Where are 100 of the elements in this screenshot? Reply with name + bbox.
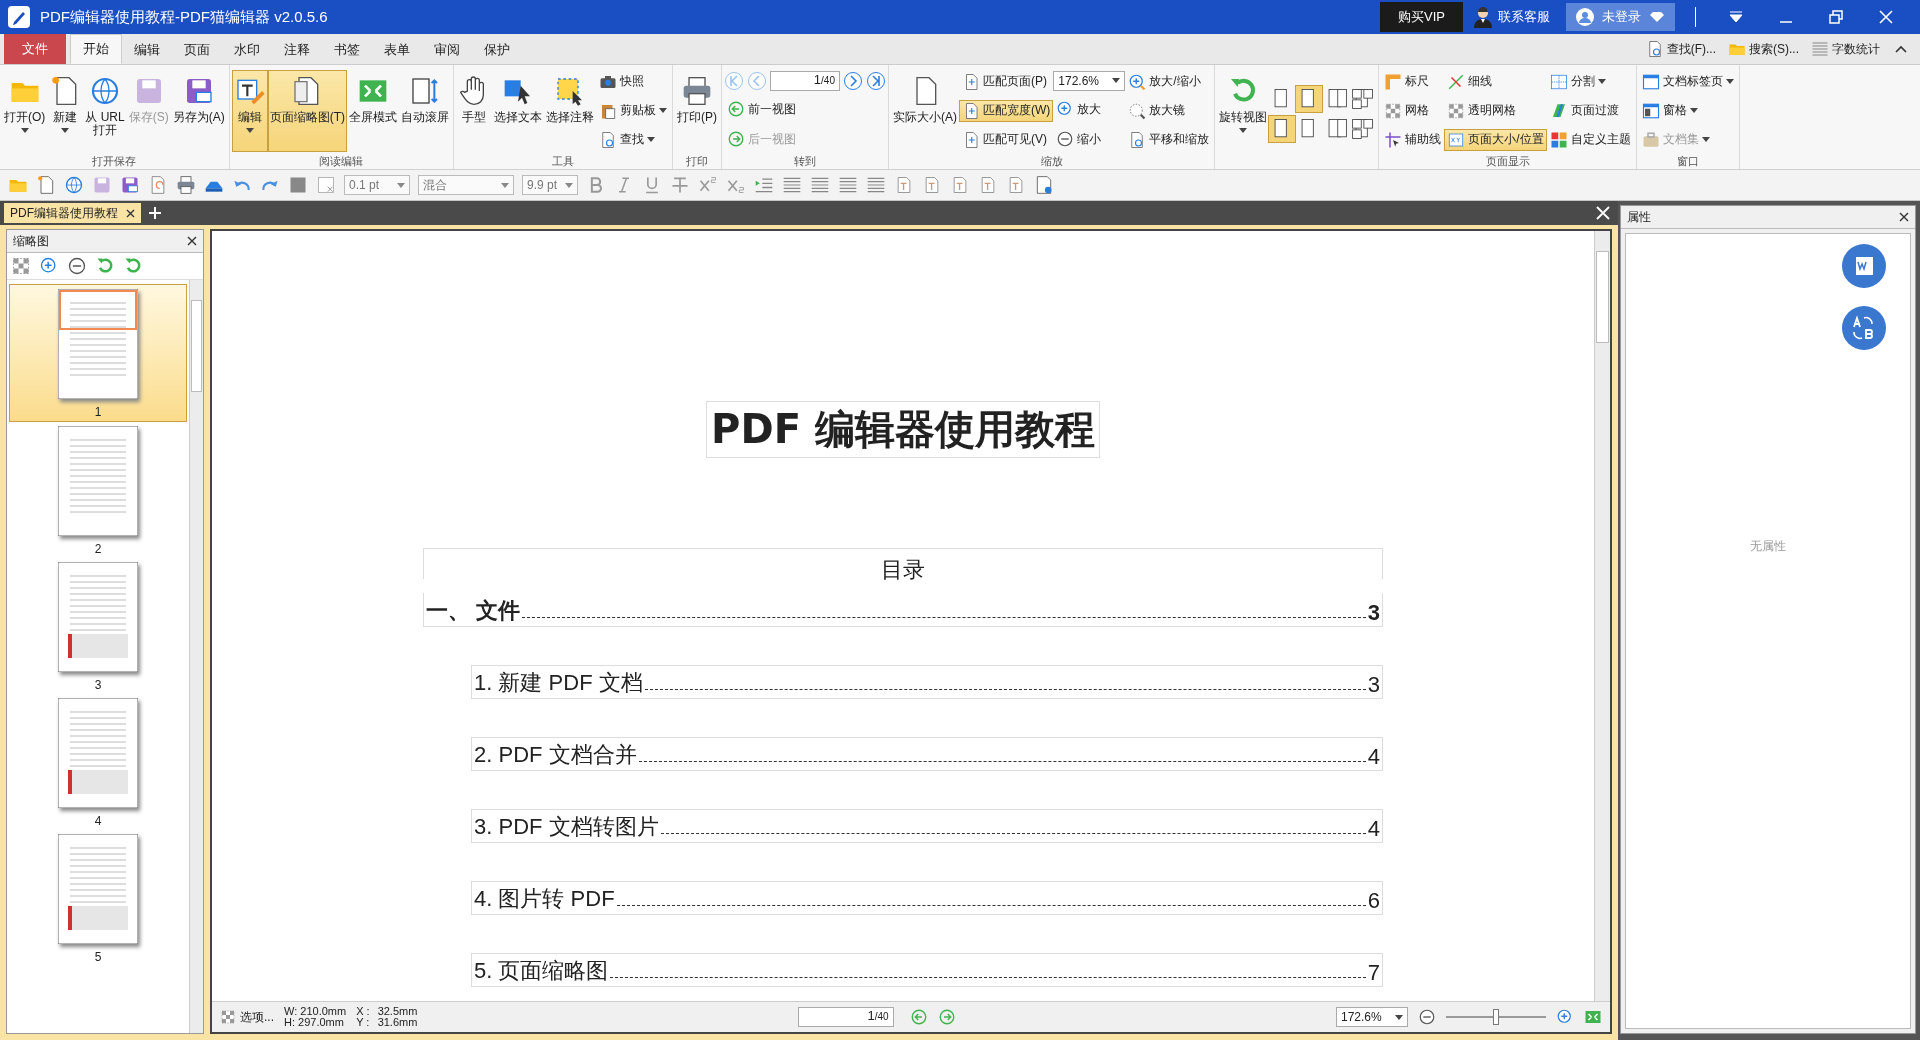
close-icon[interactable] bbox=[187, 236, 197, 246]
ribbon-button[interactable]: 细线 bbox=[1444, 70, 1547, 93]
fullscreen-icon bbox=[1584, 1008, 1602, 1026]
support-button[interactable]: 联系客服 bbox=[1473, 6, 1550, 28]
page-thumbnail[interactable]: 1 bbox=[9, 284, 187, 422]
ribbon-button[interactable]: 分割 bbox=[1546, 70, 1634, 93]
ribbon-button[interactable]: 缩小 bbox=[1053, 128, 1126, 151]
ribbon-button[interactable]: 放大/缩小 bbox=[1125, 70, 1213, 93]
ribbon-button[interactable]: 选择注释 bbox=[544, 69, 596, 152]
menu-tab[interactable]: 表单 bbox=[372, 36, 422, 64]
ribbon-button[interactable]: 实际大小(A) bbox=[891, 69, 959, 152]
page-thumbnail[interactable]: 2 bbox=[9, 422, 187, 558]
align-icon bbox=[866, 175, 886, 195]
menu-tab[interactable]: 书签 bbox=[322, 36, 372, 64]
toc-entry[interactable]: 4. 图片转 PDF 6 bbox=[471, 881, 1383, 915]
ribbon-button[interactable]: 全屏模式 bbox=[347, 69, 399, 152]
close-icon[interactable] bbox=[1899, 212, 1909, 222]
toc-entry[interactable]: 5. 页面缩略图 7 bbox=[471, 953, 1383, 987]
menu-tab[interactable]: 审阅 bbox=[422, 36, 472, 64]
scrollbar[interactable] bbox=[189, 280, 203, 1033]
toc-entry[interactable]: 一、 文件 3 bbox=[423, 593, 1383, 627]
next-page-icon[interactable] bbox=[843, 70, 863, 91]
add-tab-icon[interactable] bbox=[147, 205, 163, 221]
quick-action-button[interactable]: 搜索(S)... bbox=[1722, 36, 1805, 62]
last-page-icon[interactable] bbox=[866, 70, 886, 91]
line-width-field[interactable]: 0.1 pt bbox=[344, 175, 410, 195]
convert-to-word-icon[interactable] bbox=[1842, 244, 1886, 288]
menu-tab[interactable]: 页面 bbox=[172, 36, 222, 64]
group-label: 工具 bbox=[551, 154, 575, 169]
ribbon-button[interactable]: 平移和缩放 bbox=[1125, 128, 1213, 151]
ribbon-button[interactable]: 从 URL 打开 bbox=[83, 69, 127, 152]
quick-action-button[interactable]: 查找(F)... bbox=[1639, 36, 1722, 62]
ribbon-button[interactable]: 选择文本 bbox=[492, 69, 544, 152]
options-button[interactable]: 选项... bbox=[220, 1008, 274, 1026]
zoom-in-icon bbox=[1556, 1008, 1574, 1026]
ribbon-button[interactable]: 新建 bbox=[47, 69, 84, 152]
ribbon-button[interactable]: 页面缩略图(T) bbox=[267, 69, 347, 152]
ribbon-button[interactable]: 快照 bbox=[596, 70, 670, 93]
page-thumbnail[interactable]: 5 bbox=[9, 830, 187, 966]
toc-entry[interactable]: 1. 新建 PDF 文档 3 bbox=[471, 665, 1383, 699]
y-value: 31.6mm bbox=[377, 1017, 418, 1028]
ribbon-button[interactable]: 打开(O) bbox=[2, 69, 48, 152]
page-thumbnail[interactable]: 3 bbox=[9, 558, 187, 694]
buy-vip-button[interactable]: 购买VIP bbox=[1380, 2, 1463, 32]
page-thumbnail[interactable]: 4 bbox=[9, 694, 187, 830]
restore-icon[interactable] bbox=[1828, 10, 1844, 24]
translate-icon[interactable] bbox=[1842, 306, 1886, 350]
ribbon-button[interactable]: 编辑 bbox=[231, 69, 268, 152]
align-icon bbox=[782, 175, 802, 195]
rotate-right-icon bbox=[123, 256, 143, 276]
align-icon bbox=[810, 175, 830, 195]
menu-tab[interactable]: 水印 bbox=[222, 36, 272, 64]
collapse-icon[interactable] bbox=[1894, 44, 1908, 54]
ribbon-button[interactable]: 前一视图 bbox=[724, 98, 886, 121]
toc-entry[interactable]: 3. PDF 文档转图片 4 bbox=[471, 809, 1383, 843]
menu-tab[interactable]: 保护 bbox=[472, 36, 522, 64]
menu-tab[interactable]: 编辑 bbox=[122, 36, 172, 64]
close-icon[interactable] bbox=[126, 208, 135, 218]
caret-icon bbox=[61, 127, 70, 133]
x-value: 32.5mm bbox=[377, 1006, 418, 1017]
ribbon-button[interactable]: 查找 bbox=[596, 128, 670, 151]
dropdown-icon[interactable] bbox=[1728, 10, 1744, 24]
ribbon-button[interactable]: 放大 bbox=[1053, 98, 1126, 121]
ribbon-button[interactable]: 辅助线 bbox=[1381, 128, 1445, 151]
account-button[interactable]: 未登录 bbox=[1566, 3, 1675, 31]
quick-action-button[interactable]: 字数统计 bbox=[1805, 36, 1886, 62]
page-number-field[interactable]: 1/40 bbox=[770, 70, 840, 91]
ribbon-button[interactable]: 文档标签页 bbox=[1638, 70, 1737, 93]
ribbon-button[interactable]: 页面过渡 bbox=[1546, 99, 1634, 122]
ribbon-button[interactable]: 标尺 bbox=[1381, 70, 1445, 93]
ribbon-button[interactable]: 匹配宽度(W) bbox=[959, 99, 1054, 122]
ribbon-button[interactable]: 另存为(A) bbox=[170, 69, 227, 152]
ribbon-button[interactable]: 网格 bbox=[1381, 99, 1445, 122]
document-tab[interactable]: PDF编辑器使用教程 bbox=[4, 203, 141, 223]
zoom-dropdown[interactable]: 172.6% bbox=[1053, 70, 1126, 91]
scrollbar[interactable] bbox=[1594, 231, 1610, 1001]
zoom-slider[interactable] bbox=[1446, 1008, 1546, 1026]
font-size-field[interactable]: 9.9 pt bbox=[522, 175, 578, 195]
menu-tab[interactable]: 注释 bbox=[272, 36, 322, 64]
ribbon-button[interactable]: 剪贴板 bbox=[596, 99, 670, 122]
ribbon-button[interactable]: 页面大小/位置 bbox=[1444, 128, 1547, 151]
page-layout-icon[interactable] bbox=[1296, 85, 1323, 112]
font-field[interactable]: 混合 bbox=[418, 175, 514, 195]
ribbon-button[interactable]: 自定义主题 bbox=[1546, 128, 1634, 151]
ribbon-button[interactable]: 打印(P) bbox=[675, 69, 719, 152]
page-layout-icon[interactable] bbox=[1269, 115, 1296, 142]
toc-entry[interactable]: 2. PDF 文档合并 4 bbox=[471, 737, 1383, 771]
ribbon-button[interactable]: 旋转视图 bbox=[1217, 69, 1270, 152]
menu-tab[interactable]: 开始 bbox=[70, 34, 122, 64]
ribbon-button[interactable]: 窗格 bbox=[1638, 99, 1737, 122]
caret-icon bbox=[245, 127, 254, 133]
page-number-field[interactable]: 1/40 bbox=[797, 1007, 894, 1027]
ribbon-button[interactable]: 放大镜 bbox=[1125, 99, 1213, 122]
ribbon-button[interactable]: 自动滚屏 bbox=[399, 69, 451, 152]
ribbon-button[interactable]: 匹配可见(V) bbox=[959, 128, 1054, 151]
ribbon-button[interactable]: 匹配页面(P) bbox=[959, 70, 1054, 93]
ribbon-button[interactable]: 手型 bbox=[456, 69, 492, 152]
ribbon-button[interactable]: 透明网格 bbox=[1444, 99, 1547, 122]
zoom-dropdown[interactable]: 172.6% bbox=[1336, 1007, 1408, 1027]
menu-tab[interactable]: 文件 bbox=[4, 34, 66, 64]
